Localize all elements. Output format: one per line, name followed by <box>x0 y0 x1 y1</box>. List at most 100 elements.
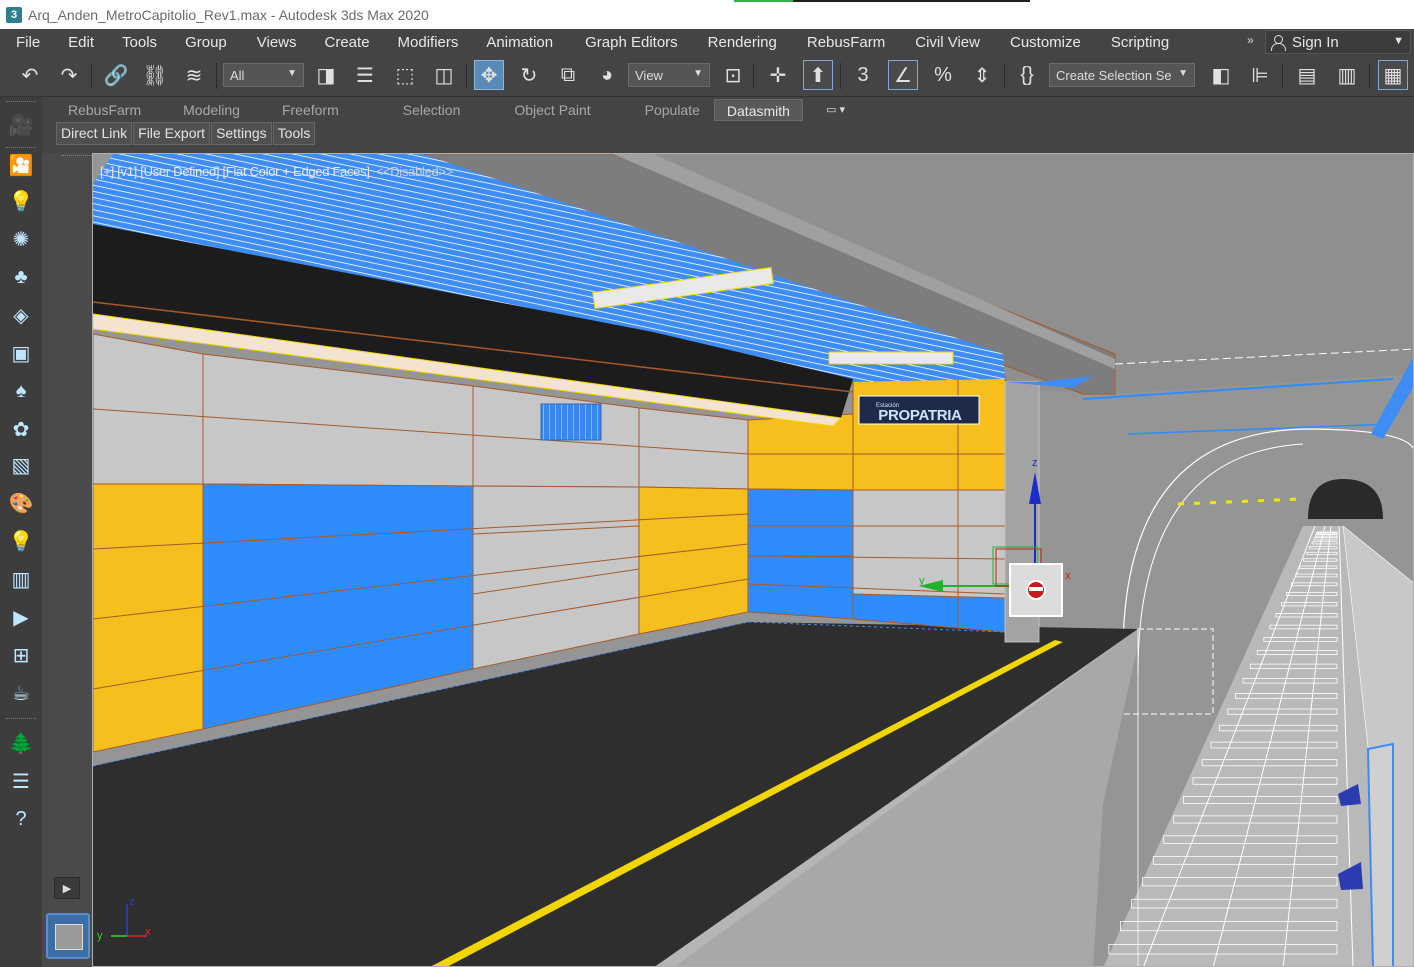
subtab-tools[interactable]: Tools <box>272 122 316 145</box>
scatter-icon[interactable]: ▣ <box>5 337 37 369</box>
edit-named-selection-icon[interactable]: {} <box>1012 60 1042 90</box>
viewport[interactable]: [+] [v1] [User Defined] [Flat Color + Ed… <box>92 153 1414 967</box>
menu-group[interactable]: Group <box>179 34 249 51</box>
menu-rendering[interactable]: Rendering <box>700 34 799 51</box>
reference-coordinate-dropdown[interactable]: View ▼ <box>628 63 710 87</box>
chevron-down-icon: ▼ <box>1178 68 1188 79</box>
menu-overflow-icon[interactable]: » <box>1247 33 1254 47</box>
bulb-icon[interactable]: 💡 <box>5 525 37 557</box>
scale-icon[interactable]: ⧉ <box>553 60 583 90</box>
select-object-icon[interactable]: ◨ <box>311 60 341 90</box>
render-setup-icon[interactable]: ▥ <box>5 563 37 595</box>
tab-modeling[interactable]: Modeling <box>171 99 252 121</box>
bind-space-warp-icon[interactable]: ≋ <box>179 60 209 90</box>
mirror-icon[interactable]: ◧ <box>1206 60 1236 90</box>
play-icon[interactable]: ▶ <box>54 877 80 899</box>
menu-rebusfarm[interactable]: RebusFarm <box>799 34 907 51</box>
viewport-disabled-label: <<Disabled>> <box>375 164 454 179</box>
viewport-label[interactable]: [+] [v1] [User Defined] [Flat Color + Ed… <box>100 164 453 179</box>
tab-datasmith[interactable]: Datasmith <box>713 99 803 121</box>
toolbar-separator <box>840 63 841 89</box>
named-selection-value: Create Selection Se <box>1056 67 1172 83</box>
palette-icon[interactable]: 🎨 <box>5 487 37 519</box>
tab-object-paint[interactable]: Object Paint <box>502 99 602 121</box>
keyboard-shortcut-override-icon[interactable]: ⬆ <box>803 60 833 90</box>
render-frame-icon[interactable]: ▧ <box>5 449 37 481</box>
percent-snap-icon[interactable]: % <box>928 60 958 90</box>
subtab-file-export[interactable]: File Export <box>133 122 211 145</box>
menu-tools[interactable]: Tools <box>116 34 179 51</box>
selection-filter-dropdown[interactable]: All ▼ <box>223 63 304 87</box>
maximize-viewport-button[interactable] <box>46 913 90 959</box>
menu-graph-editors[interactable]: Graph Editors <box>575 34 700 51</box>
toolbar-separator <box>1004 63 1005 89</box>
render-region-icon[interactable]: ⊞ <box>5 639 37 671</box>
menu-modifiers[interactable]: Modifiers <box>392 34 481 51</box>
sun-icon[interactable]: ✺ <box>5 223 37 255</box>
wall-panel-yellow <box>93 483 204 753</box>
panel-grip[interactable] <box>62 155 92 159</box>
select-manipulate-icon[interactable]: ✛ <box>763 60 793 90</box>
ribbon: RebusFarm Modeling Freeform Selection Ob… <box>0 97 1414 153</box>
tree-icon[interactable]: ♣ <box>5 261 37 293</box>
menu-create[interactable]: Create <box>319 34 392 51</box>
ribbon-options-icon[interactable]: ▭ ▾ <box>826 103 856 117</box>
redo-icon[interactable]: ↷ <box>54 60 84 90</box>
tab-populate[interactable]: Populate <box>633 99 712 121</box>
tab-selection[interactable]: Selection <box>391 99 473 121</box>
tab-rebusfarm[interactable]: RebusFarm <box>56 99 153 121</box>
menu-file[interactable]: File <box>0 34 62 51</box>
viewport-label-text[interactable]: [+] [v1] [User Defined] [Flat Color + Ed… <box>100 164 370 179</box>
menu-edit[interactable]: Edit <box>62 34 116 51</box>
unlink-icon[interactable]: ⛓ <box>140 60 170 90</box>
app-icon[interactable]: 3 <box>6 6 22 23</box>
link-icon[interactable]: 🔗 <box>101 60 131 90</box>
scene-explorer-icon[interactable]: ▤ <box>1292 60 1322 90</box>
camera-icon[interactable]: 🎥 <box>5 109 37 141</box>
teapot-icon[interactable]: ☕ <box>5 677 37 709</box>
named-selection-dropdown[interactable]: Create Selection Se ▼ <box>1049 63 1195 87</box>
station-sign-text: PROPATRIA <box>878 407 962 424</box>
rectangular-selection-icon[interactable]: ⬚ <box>390 60 420 90</box>
spinner-snap-icon[interactable]: ⇕ <box>967 60 997 90</box>
window-crossing-icon[interactable]: ◫ <box>429 60 459 90</box>
sign-in-button[interactable]: Sign In ▼ <box>1265 30 1411 54</box>
ribbon-toggle-icon[interactable]: ▦ <box>1378 60 1408 90</box>
tab-freeform[interactable]: Freeform <box>270 99 351 121</box>
layer-explorer-icon[interactable]: ▥ <box>1332 60 1362 90</box>
toolbar-grip[interactable] <box>6 101 36 102</box>
forest-pack-icon[interactable]: 🌲 <box>5 727 37 759</box>
help-icon[interactable]: ? <box>5 803 37 835</box>
scene-canvas[interactable] <box>93 154 1414 967</box>
menu-civil-view[interactable]: Civil View <box>907 34 1002 51</box>
snaps-toggle-icon[interactable]: 3 <box>848 60 878 90</box>
align-icon[interactable]: ⊫ <box>1245 60 1275 90</box>
light-icon[interactable]: 💡 <box>5 185 37 217</box>
pivot-center-icon[interactable]: ⊡ <box>718 60 748 90</box>
forest-icon[interactable]: ♠ <box>5 375 37 407</box>
rendered-frame-icon[interactable]: ▶ <box>5 601 37 633</box>
place-icon[interactable]: ◕ <box>592 60 622 90</box>
gizmo-z-label: z <box>1032 457 1038 469</box>
menu-scripting[interactable]: Scripting <box>1103 34 1179 51</box>
subtab-direct-link[interactable]: Direct Link <box>56 122 133 145</box>
physical-camera-icon[interactable]: 🎦 <box>5 149 37 181</box>
chaos-icon[interactable]: ✿ <box>5 413 37 445</box>
list-icon[interactable]: ☰ <box>5 765 37 797</box>
axis-x-label: x <box>145 926 151 938</box>
undo-icon[interactable]: ↶ <box>15 60 45 90</box>
menu-animation[interactable]: Animation <box>480 34 575 51</box>
angle-snap-icon[interactable]: ∠ <box>888 60 918 90</box>
chevron-down-icon: ▼ <box>693 68 703 79</box>
move-icon[interactable]: ✥ <box>474 60 504 90</box>
user-icon <box>1270 34 1286 51</box>
subtab-settings[interactable]: Settings <box>211 122 272 145</box>
material-icon[interactable]: ◈ <box>5 299 37 331</box>
menu-views[interactable]: Views <box>249 34 319 51</box>
chevron-down-icon[interactable]: ▼ <box>1393 35 1404 47</box>
rotate-icon[interactable]: ↻ <box>514 60 544 90</box>
select-by-name-icon[interactable]: ☰ <box>350 60 380 90</box>
toolbar-separator <box>6 147 36 148</box>
sign-in-label: Sign In <box>1292 33 1339 51</box>
menu-customize[interactable]: Customize <box>1002 34 1103 51</box>
